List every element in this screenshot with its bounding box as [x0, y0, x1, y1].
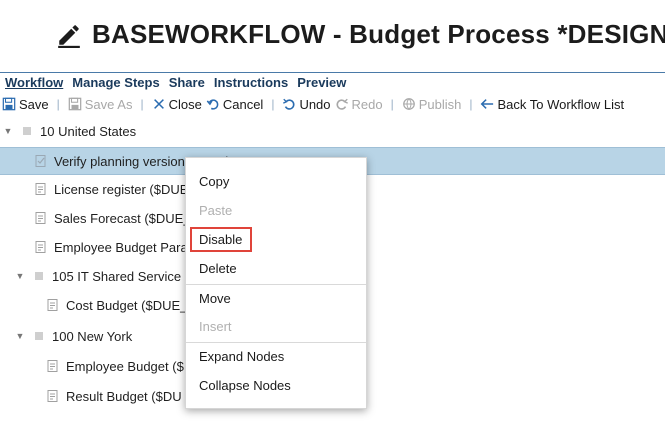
- save-icon: [2, 97, 16, 111]
- document-icon: [47, 299, 58, 311]
- save-as-button[interactable]: Save As: [66, 97, 135, 112]
- tree-node-label: 105 IT Shared Service: [52, 268, 182, 284]
- menu-item-expand-nodes[interactable]: Expand Nodes: [186, 345, 366, 369]
- menu-separator: [186, 342, 366, 343]
- toolbar-separator: |: [140, 97, 144, 111]
- chevron-down-icon[interactable]: ▼: [14, 271, 26, 281]
- publish-button[interactable]: Publish: [400, 97, 464, 112]
- menu-item-copy[interactable]: Copy: [186, 170, 366, 194]
- undo-icon: [283, 98, 295, 110]
- document-icon: [35, 212, 46, 224]
- save-label: Save: [19, 96, 49, 112]
- close-button[interactable]: Close: [150, 97, 204, 112]
- menu-item-delete[interactable]: Delete: [186, 257, 366, 281]
- tree-node-label: 10 United States: [40, 123, 137, 139]
- context-menu: Copy Paste Disable Delete Move Insert Ex…: [185, 157, 367, 409]
- page-header: BASEWORKFLOW - Budget Process *DESIGN: [0, 0, 665, 72]
- redo-button[interactable]: Redo: [333, 97, 385, 112]
- document-icon: [47, 360, 58, 372]
- document-icon: [47, 390, 58, 402]
- tree-node-label: Employee Budget Para: [54, 239, 188, 255]
- folder-icon: [35, 332, 43, 340]
- menu-separator: [186, 284, 366, 285]
- menu-item-paste[interactable]: Paste: [186, 199, 366, 223]
- save-button[interactable]: Save: [0, 97, 51, 112]
- close-label: Close: [168, 96, 202, 112]
- save-as-icon: [68, 97, 82, 111]
- tree-node-label: 100 New York: [52, 328, 133, 344]
- task-icon: [35, 155, 46, 167]
- tab-workflow[interactable]: Workflow: [0, 74, 67, 92]
- tree-node-label: License register ($DUE: [54, 181, 189, 197]
- save-as-label: Save As: [84, 96, 133, 112]
- cancel-label: Cancel: [222, 96, 264, 112]
- toolbar: Save | Save As | Close Cancel | Undo Red…: [0, 94, 626, 114]
- toolbar-separator: |: [56, 97, 60, 111]
- undo-label: Undo: [299, 96, 331, 112]
- tree-node-label: Employee Budget ($: [66, 358, 184, 374]
- tree-node-label: Sales Forecast ($DUE_: [54, 210, 191, 226]
- cancel-icon: [206, 99, 219, 110]
- pencil-icon: [58, 25, 80, 48]
- cancel-button[interactable]: Cancel: [204, 97, 265, 112]
- disable-highlight-box: [190, 227, 252, 252]
- tree-group-node[interactable]: ▼ 10 United States: [0, 118, 665, 144]
- folder-icon: [35, 272, 43, 280]
- arrow-left-icon: [481, 99, 494, 109]
- undo-button[interactable]: Undo: [280, 97, 332, 112]
- document-icon: [35, 241, 46, 253]
- tab-preview[interactable]: Preview: [292, 74, 350, 92]
- folder-icon: [23, 127, 31, 135]
- redo-label: Redo: [351, 96, 383, 112]
- page-title: BASEWORKFLOW - Budget Process *DESIGN: [92, 19, 665, 49]
- globe-icon: [402, 98, 415, 110]
- tab-instructions[interactable]: Instructions: [209, 74, 292, 92]
- back-label: Back To Workflow List: [497, 96, 625, 112]
- redo-icon: [336, 98, 348, 110]
- header-divider: [0, 72, 665, 73]
- tab-bar: Workflow Manage Steps Share Instructions…: [0, 74, 350, 92]
- tab-share[interactable]: Share: [164, 74, 209, 92]
- chevron-down-icon[interactable]: ▼: [2, 126, 14, 136]
- chevron-down-icon[interactable]: ▼: [14, 331, 26, 341]
- menu-item-collapse-nodes[interactable]: Collapse Nodes: [186, 374, 366, 398]
- toolbar-separator: |: [390, 97, 394, 111]
- tree-node-label: Cost Budget ($DUE_: [66, 297, 188, 313]
- close-icon: [153, 99, 164, 109]
- document-icon: [35, 183, 46, 195]
- menu-item-insert[interactable]: Insert: [186, 315, 366, 339]
- toolbar-separator: |: [271, 97, 275, 111]
- toolbar-separator: |: [469, 97, 473, 111]
- back-to-workflow-list-button[interactable]: Back To Workflow List: [478, 97, 626, 112]
- menu-item-move[interactable]: Move: [186, 287, 366, 311]
- tree-node-label: Result Budget ($DU: [66, 388, 182, 404]
- tab-manage-steps[interactable]: Manage Steps: [67, 74, 163, 92]
- publish-label: Publish: [418, 96, 462, 112]
